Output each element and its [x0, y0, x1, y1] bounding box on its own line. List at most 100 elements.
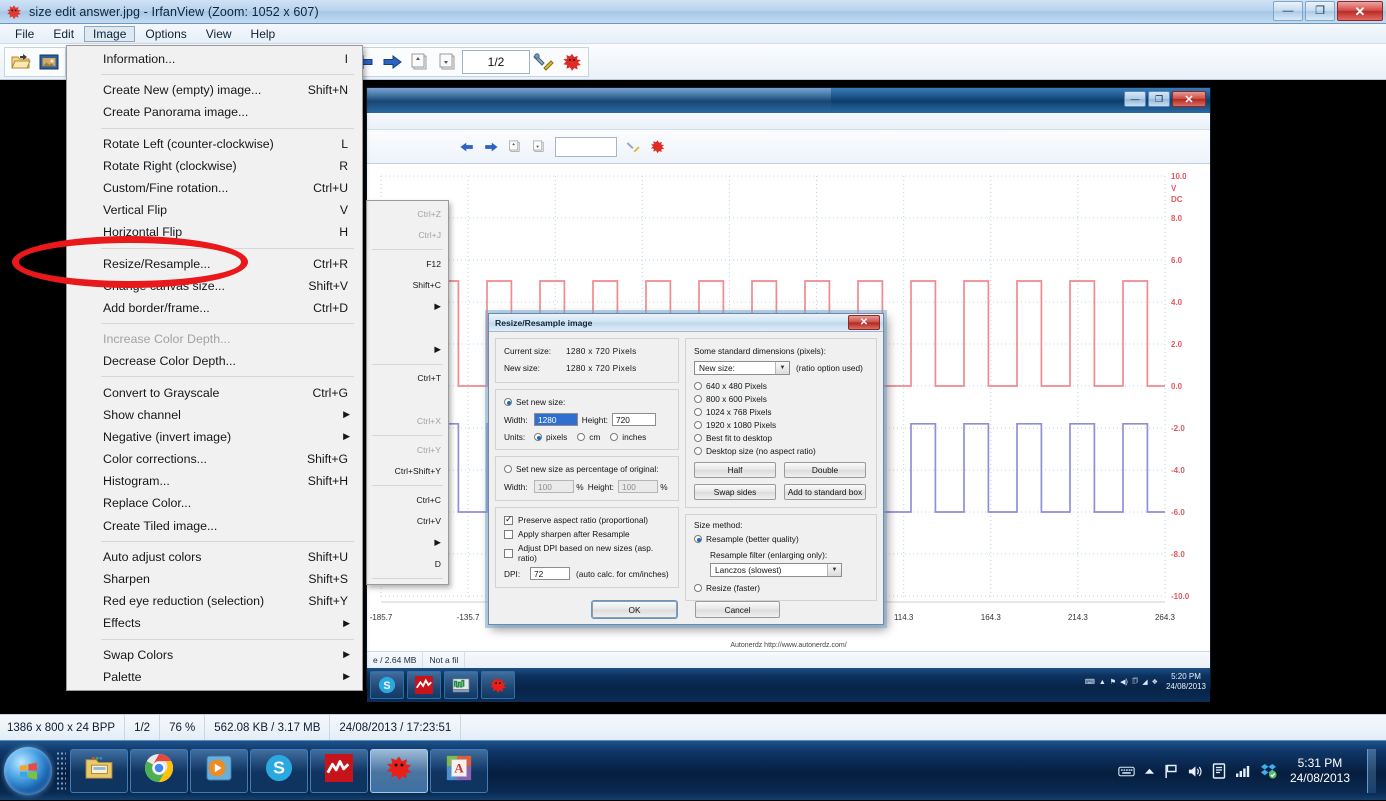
menu-item-create-panorama-image[interactable]: Create Panorama image... [67, 101, 362, 123]
inner-task-waveform[interactable] [407, 671, 441, 699]
inner-dropbox-icon[interactable]: ❖ [1152, 678, 1158, 686]
menubar-item-help[interactable]: Help [242, 26, 285, 42]
settings-button[interactable] [530, 49, 558, 75]
menu-item-red-eye-reduction-selection[interactable]: Red eye reduction (selection) Shift+Y [67, 590, 362, 612]
standard-size-combo[interactable]: New size: ▼ [694, 361, 791, 375]
page-indicator[interactable]: 1/2 [462, 49, 530, 74]
unit-radio-cm[interactable] [577, 433, 586, 441]
set-new-size-radio[interactable] [504, 398, 512, 406]
inner-menu-item[interactable]: Ctrl+T [367, 368, 448, 390]
inner-next-button[interactable] [479, 136, 503, 158]
menu-item-negative-invert-image[interactable]: Negative (invert image) ▶ [67, 426, 362, 448]
inner-last-page-button[interactable] [527, 136, 551, 158]
keyboard-icon[interactable] [1118, 765, 1135, 778]
inner-window-titlebar[interactable]: — ❐ ✕ [367, 88, 1210, 113]
standard-option-1[interactable]: 800 x 600 Pixels [694, 394, 868, 404]
menu-item-resize-resample[interactable]: Resize/Resample... Ctrl+R [67, 253, 362, 275]
taskbar-button-file-explorer[interactable] [70, 748, 128, 793]
inner-menu-item[interactable]: ▶ [367, 296, 448, 318]
standard-option-radio-3[interactable] [694, 421, 703, 429]
inner-task-skype[interactable]: S [370, 671, 404, 699]
inner-edit-menu[interactable]: Ctrl+Z Ctrl+J F12 Shift+C ▶ ▶ Ctrl+T Ctrl+X Ctrl… [366, 200, 449, 585]
inner-menu-item[interactable]: ▶ [367, 532, 448, 554]
inner-menu-item[interactable]: Ctrl+J [367, 225, 448, 247]
standard-option-radio-0[interactable] [694, 382, 703, 390]
thumbnails-button[interactable] [35, 49, 63, 75]
last-page-button[interactable] [434, 49, 462, 75]
resize-faster-row[interactable]: Resize (faster) [694, 583, 868, 593]
inner-network-icon[interactable]: ◢ [1142, 678, 1147, 686]
close-button[interactable]: ✕ [1337, 1, 1383, 21]
standard-option-radio-5[interactable] [694, 447, 703, 455]
height-input[interactable]: 720 [612, 413, 656, 426]
inner-page-indicator[interactable] [555, 136, 617, 157]
inner-first-page-button[interactable] [503, 136, 527, 158]
inner-menu-item[interactable]: F12 [367, 253, 448, 275]
ok-button[interactable]: OK [592, 601, 677, 618]
unit-option-pixels[interactable]: pixels [534, 432, 567, 442]
minimize-button[interactable]: — [1273, 1, 1303, 21]
taskbar-button-office-a[interactable]: A [430, 748, 488, 793]
menu-item-custom-fine-rotation[interactable]: Custom/Fine rotation... Ctrl+U [67, 177, 362, 199]
irfanview-logo-button[interactable] [558, 49, 586, 75]
menu-item-replace-color[interactable]: Replace Color... [67, 492, 362, 514]
option-row-1[interactable]: Apply sharpen after Resample [504, 529, 670, 539]
inner-menu-item[interactable]: Shift+C [367, 275, 448, 297]
menu-item-convert-to-grayscale[interactable]: Convert to Grayscale Ctrl+G [67, 381, 362, 403]
menubar-item-view[interactable]: View [197, 26, 241, 42]
window-titlebar[interactable]: size edit answer.jpg - IrfanView (Zoom: … [0, 0, 1386, 24]
taskbar-button-chrome[interactable] [130, 748, 188, 793]
resize-faster-radio[interactable] [694, 584, 703, 592]
standard-option-3[interactable]: 1920 x 1080 Pixels [694, 420, 868, 430]
taskbar-grip[interactable] [56, 750, 66, 791]
percent-radio[interactable] [504, 465, 512, 473]
dialog-titlebar[interactable]: Resize/Resample image ✕ [489, 314, 883, 332]
start-button[interactable] [4, 746, 52, 795]
inner-maximize-button[interactable]: ❐ [1148, 91, 1170, 107]
image-menu-dropdown[interactable]: Information... I Create New (empty) image.… [66, 45, 363, 691]
percent-height-input[interactable]: 100 [618, 480, 658, 493]
inner-close-button[interactable]: ✕ [1172, 91, 1206, 107]
inner-menu-item[interactable]: Ctrl+X [367, 411, 448, 433]
checkbox-0[interactable] [504, 514, 513, 525]
unit-option-inches[interactable]: inches [610, 432, 646, 442]
menu-item-show-channel[interactable]: Show channel ▶ [67, 404, 362, 426]
width-input[interactable]: 1280 [534, 413, 578, 426]
inner-menu-item[interactable]: Ctrl+Shift+Y [367, 461, 448, 483]
dropbox-icon[interactable] [1260, 763, 1277, 779]
unit-radio-inches[interactable] [610, 433, 619, 441]
inner-action-center-icon[interactable]: 🗊 [1132, 677, 1138, 688]
menu-item-rotate-left-counter-clockwise[interactable]: Rotate Left (counter-clockwise) L [67, 133, 362, 155]
standard-option-radio-2[interactable] [694, 408, 703, 416]
network-signal-icon[interactable] [1235, 764, 1251, 778]
double-button[interactable]: Double [784, 462, 867, 478]
menu-item-create-tiled-image[interactable]: Create Tiled image... [67, 515, 362, 537]
swap-sides-button[interactable]: Swap sides [694, 484, 777, 500]
inner-minimize-button[interactable]: — [1124, 91, 1146, 107]
inner-show-hidden-icon[interactable]: ▲ [1099, 679, 1106, 686]
percent-width-input[interactable]: 100 [534, 480, 574, 493]
show-desktop-button[interactable] [1367, 749, 1376, 793]
menubar-item-image[interactable]: Image [84, 25, 136, 42]
inner-task-irfanview[interactable] [481, 671, 515, 699]
menu-item-swap-colors[interactable]: Swap Colors ▶ [67, 644, 362, 666]
taskbar-button-waveform-app[interactable] [310, 748, 368, 793]
inner-menu-item[interactable]: Ctrl+Z [367, 203, 448, 225]
set-new-size-radio-row[interactable]: Set new size: [504, 397, 670, 407]
action-center-icon[interactable] [1212, 763, 1226, 779]
menu-item-histogram[interactable]: Histogram... Shift+H [67, 470, 362, 492]
cancel-button[interactable]: Cancel [695, 601, 780, 618]
option-row-0[interactable]: Preserve aspect ratio (proportional) [504, 514, 670, 525]
standard-option-radio-1[interactable] [694, 395, 703, 403]
checkbox-1[interactable] [504, 529, 513, 539]
inner-keyboard-icon[interactable]: ⌨ [1085, 678, 1095, 686]
standard-option-4[interactable]: Best fit to desktop [694, 433, 868, 443]
taskbar-button-media-player[interactable] [190, 748, 248, 793]
taskbar-button-skype[interactable]: S [250, 748, 308, 793]
standard-option-radio-4[interactable] [694, 434, 703, 442]
menu-item-change-canvas-size[interactable]: Change canvas size... Shift+V [67, 275, 362, 297]
menu-item-effects[interactable]: Effects ▶ [67, 612, 362, 634]
resample-filter-combo[interactable]: Lanczos (slowest) ▼ [710, 563, 843, 577]
menubar-item-file[interactable]: File [6, 26, 43, 42]
inner-settings-button[interactable] [621, 136, 645, 158]
